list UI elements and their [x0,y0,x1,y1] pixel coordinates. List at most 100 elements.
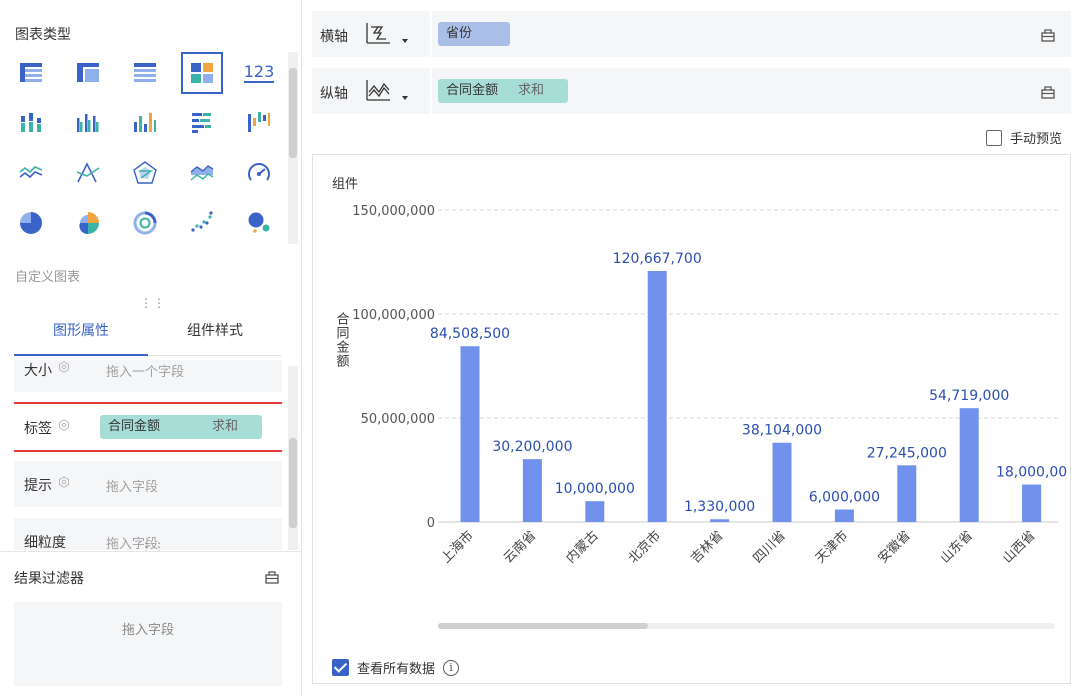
data-label: 6,000,000 [809,490,880,506]
radar-icon[interactable] [124,152,166,194]
bar [897,465,917,522]
bar [460,346,480,522]
field-name: 省份 [446,26,473,41]
divider [0,551,301,552]
scatter-icon[interactable] [181,202,223,244]
prop-label: 标签 [24,421,52,437]
x-tick-label: 四川省 [751,528,789,566]
y-axis-type-icon[interactable] [364,78,392,104]
y-axis-title: 合同金额 [334,312,350,368]
kpi-number-icon[interactable]: 123 [238,52,280,94]
y-tick-label: 50,000,000 [361,412,435,427]
tab-component-style[interactable]: 组件样式 [148,312,282,356]
y-axis-field-pill[interactable]: 合同金额 求和 [438,79,568,103]
drag-handle-icon[interactable]: ⋮⋮ [140,541,166,553]
custom-chart-label[interactable]: 自定义图表 [15,266,80,285]
info-icon[interactable]: i [443,659,460,676]
gear-icon[interactable] [58,361,70,373]
multi-panel-icon[interactable] [181,52,223,94]
data-label: 30,200,000 [492,439,572,455]
bar [1022,484,1042,522]
x-tick-label: 吉林省 [688,528,726,566]
bar [522,459,542,522]
data-label: 1,330,000 [684,499,755,515]
y-tick-label: 100,000,000 [352,308,435,323]
x-tick-label: 山西省 [1000,528,1038,566]
label-field-pill[interactable]: 合同金额 求和 [100,415,262,439]
aggregation-label[interactable]: 求和 [212,415,238,439]
x-axis-label: 横轴 [320,29,348,45]
chevron-down-icon[interactable] [402,39,408,43]
detail-table-icon[interactable] [124,52,166,94]
kpi-number-text: 123 [243,62,275,83]
bar [710,519,730,522]
drop-hint[interactable]: 拖入一个字段 [106,361,184,380]
property-scrollbar[interactable] [288,366,298,550]
app-root: 图表类型 123 自定义图表 ⋮⋮ 图形属性 组件样式 大小 拖入一个字段 标签… [0,0,1077,696]
x-axis-type-icon[interactable] [364,21,392,47]
drop-hint[interactable]: 拖入字段 [106,476,158,495]
data-label: 18,000,00 [996,465,1067,481]
column-icon[interactable] [124,102,166,144]
lock-icon[interactable] [1040,26,1056,42]
x-axis-field-pill[interactable]: 省份 [438,22,510,46]
grouped-column-icon[interactable] [67,102,109,144]
result-filter-dropzone[interactable]: 拖入字段 [14,602,282,686]
chevron-down-icon[interactable] [402,96,408,100]
prop-row-label[interactable]: 标签 合同金额 求和 [14,402,282,452]
tab-graphic-properties[interactable]: 图形属性 [14,312,148,356]
scrollbar-thumb[interactable] [438,623,648,629]
manual-preview-toggle[interactable]: 手动预览 [986,128,1062,147]
view-all-checkbox[interactable] [332,659,349,676]
y-tick-label: 150,000,000 [352,204,435,219]
manual-preview-label: 手动预览 [1010,132,1063,147]
gauge-icon[interactable] [238,152,280,194]
bar [772,442,792,522]
chart-panel: 组件 0 50,000,000 100,000,000 150,000,000 合同金额… [312,154,1071,684]
left-panel: 图表类型 123 自定义图表 ⋮⋮ 图形属性 组件样式 大小 拖入一个字段 标签… [0,0,302,696]
bar [959,408,979,522]
chart-type-grid: 123 [10,52,282,248]
view-all-data-toggle[interactable]: 查看所有数据 i [332,658,460,677]
data-label: 120,667,700 [613,251,702,267]
x-tick-label: 上海市 [438,528,477,567]
prop-row-size[interactable]: 大小 拖入一个字段 [14,360,282,392]
gear-icon[interactable] [58,476,70,488]
bar-icon[interactable] [181,102,223,144]
aggregation-label[interactable]: 求和 [518,79,544,103]
prop-label: 细粒度 [24,535,66,550]
waterfall-icon[interactable] [238,102,280,144]
bar [647,271,667,522]
data-label: 10,000,000 [555,481,635,497]
bar-chart: 0 50,000,000 100,000,000 150,000,000 合同金额 84,… [334,204,1068,567]
manual-preview-checkbox[interactable] [986,130,1002,146]
cross-table-icon[interactable] [67,52,109,94]
x-tick-label: 云南省 [500,528,539,567]
table-icon[interactable] [10,52,52,94]
rose-pie-icon[interactable] [67,202,109,244]
line-icon[interactable] [10,152,52,194]
x-tick-label: 内蒙古 [563,528,602,567]
x-tick-label: 安徽省 [875,528,913,566]
ring-icon[interactable] [124,202,166,244]
y-axis-row: 纵轴 合同金额 求和 [312,68,1071,114]
drag-handle-icon[interactable]: ⋮⋮ [140,297,166,309]
x-axis-dropzone[interactable]: 省份 [430,11,1026,57]
stacked-column-icon[interactable] [10,102,52,144]
radar-line-icon[interactable] [67,152,109,194]
y-axis-dropzone[interactable]: 合同金额 求和 [430,68,1026,114]
lock-icon[interactable] [264,568,280,584]
gear-icon[interactable] [58,419,70,431]
x-axis-row: 横轴 省份 [312,11,1071,57]
chart-type-scrollbar[interactable] [288,52,298,244]
property-list: 大小 拖入一个字段 标签 合同金额 求和 提示 拖入字段 细粒度 拖入字段 [14,360,282,550]
bubble-icon[interactable] [238,202,280,244]
chart-horizontal-scrollbar[interactable] [438,623,1055,629]
property-tabs: 图形属性 组件样式 [14,312,282,356]
area-icon[interactable] [181,152,223,194]
lock-icon[interactable] [1040,83,1056,99]
prop-row-tooltip[interactable]: 提示 拖入字段 [14,461,282,507]
pie-icon[interactable] [10,202,52,244]
x-tick-label: 山东省 [938,528,976,566]
field-name: 合同金额 [108,419,161,434]
